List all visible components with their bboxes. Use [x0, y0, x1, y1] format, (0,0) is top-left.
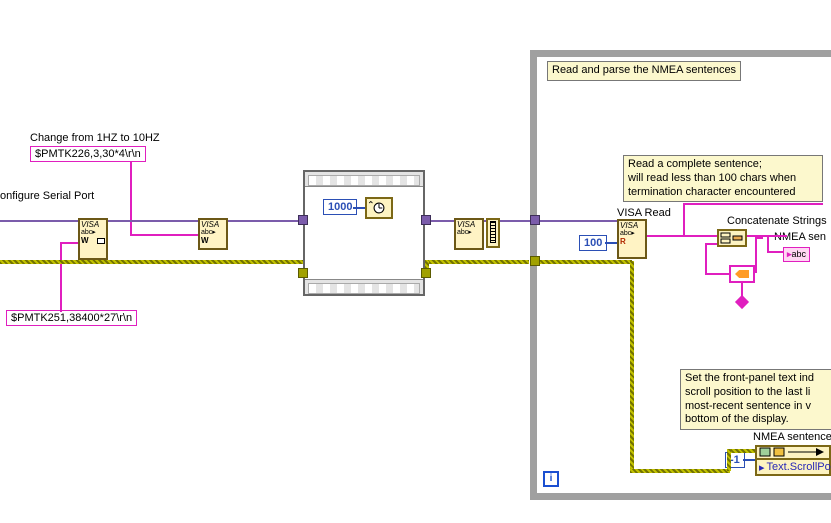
- visa-configure-node[interactable]: VISA abc▸ W: [78, 218, 108, 260]
- visa-bytes-at-port-node[interactable]: VISA abc▸: [454, 218, 484, 250]
- read-complete-comment: Read a complete sentence; will read less…: [623, 155, 823, 202]
- loop-iteration-terminal: i: [543, 471, 559, 487]
- seq-tunnel-right-resource: [421, 215, 431, 225]
- feedback-init-wire: [741, 283, 743, 299]
- concatenate-strings-node[interactable]: [717, 229, 747, 247]
- text-scrollpos-property: Text.ScrollPos: [767, 461, 831, 473]
- configure-serial-port-label: onfigure Serial Port: [0, 190, 94, 202]
- pmtk226-string-constant: $PMTK226,3,30*4\r\n: [30, 146, 146, 162]
- nmea-sen-label: NMEA sen: [774, 231, 826, 243]
- read-bytes-constant: 100: [579, 235, 607, 251]
- loop-tunnel-error: [530, 256, 540, 266]
- property-node[interactable]: ▸ Text.ScrollPos: [755, 445, 831, 476]
- seq-tunnel-left-resource: [298, 215, 308, 225]
- loop-tunnel-resource: [530, 215, 540, 225]
- loop-title-comment: Read and parse the NMEA sentences: [547, 61, 741, 81]
- bytes-at-port-icon: [486, 218, 500, 248]
- wait-timer-node[interactable]: [365, 197, 393, 219]
- seq-tunnel-right-error: [421, 268, 431, 278]
- visa-write-node[interactable]: VISA abc▸ W: [198, 218, 228, 250]
- front-panel-comment: Set the front-panel text ind scroll posi…: [680, 369, 831, 430]
- nmea-sen-indicator-terminal[interactable]: ▸abc: [783, 247, 810, 262]
- visa-read-label: VISA Read: [617, 207, 671, 219]
- concat-strings-label: Concatenate Strings: [727, 215, 827, 227]
- feedback-node[interactable]: [729, 265, 755, 283]
- seq-tunnel-left-error: [298, 268, 308, 278]
- while-loop: Read and parse the NMEA sentences Read a…: [530, 50, 831, 500]
- pmtk251-string-constant: $PMTK251,38400*27\r\n: [6, 310, 137, 326]
- nmea-sentence-label: NMEA sentence: [753, 431, 831, 443]
- change-rate-label: Change from 1HZ to 10HZ: [30, 132, 160, 144]
- visa-read-node[interactable]: VISA abc▸ R: [617, 219, 647, 259]
- sequence-frame: 1000: [303, 170, 425, 296]
